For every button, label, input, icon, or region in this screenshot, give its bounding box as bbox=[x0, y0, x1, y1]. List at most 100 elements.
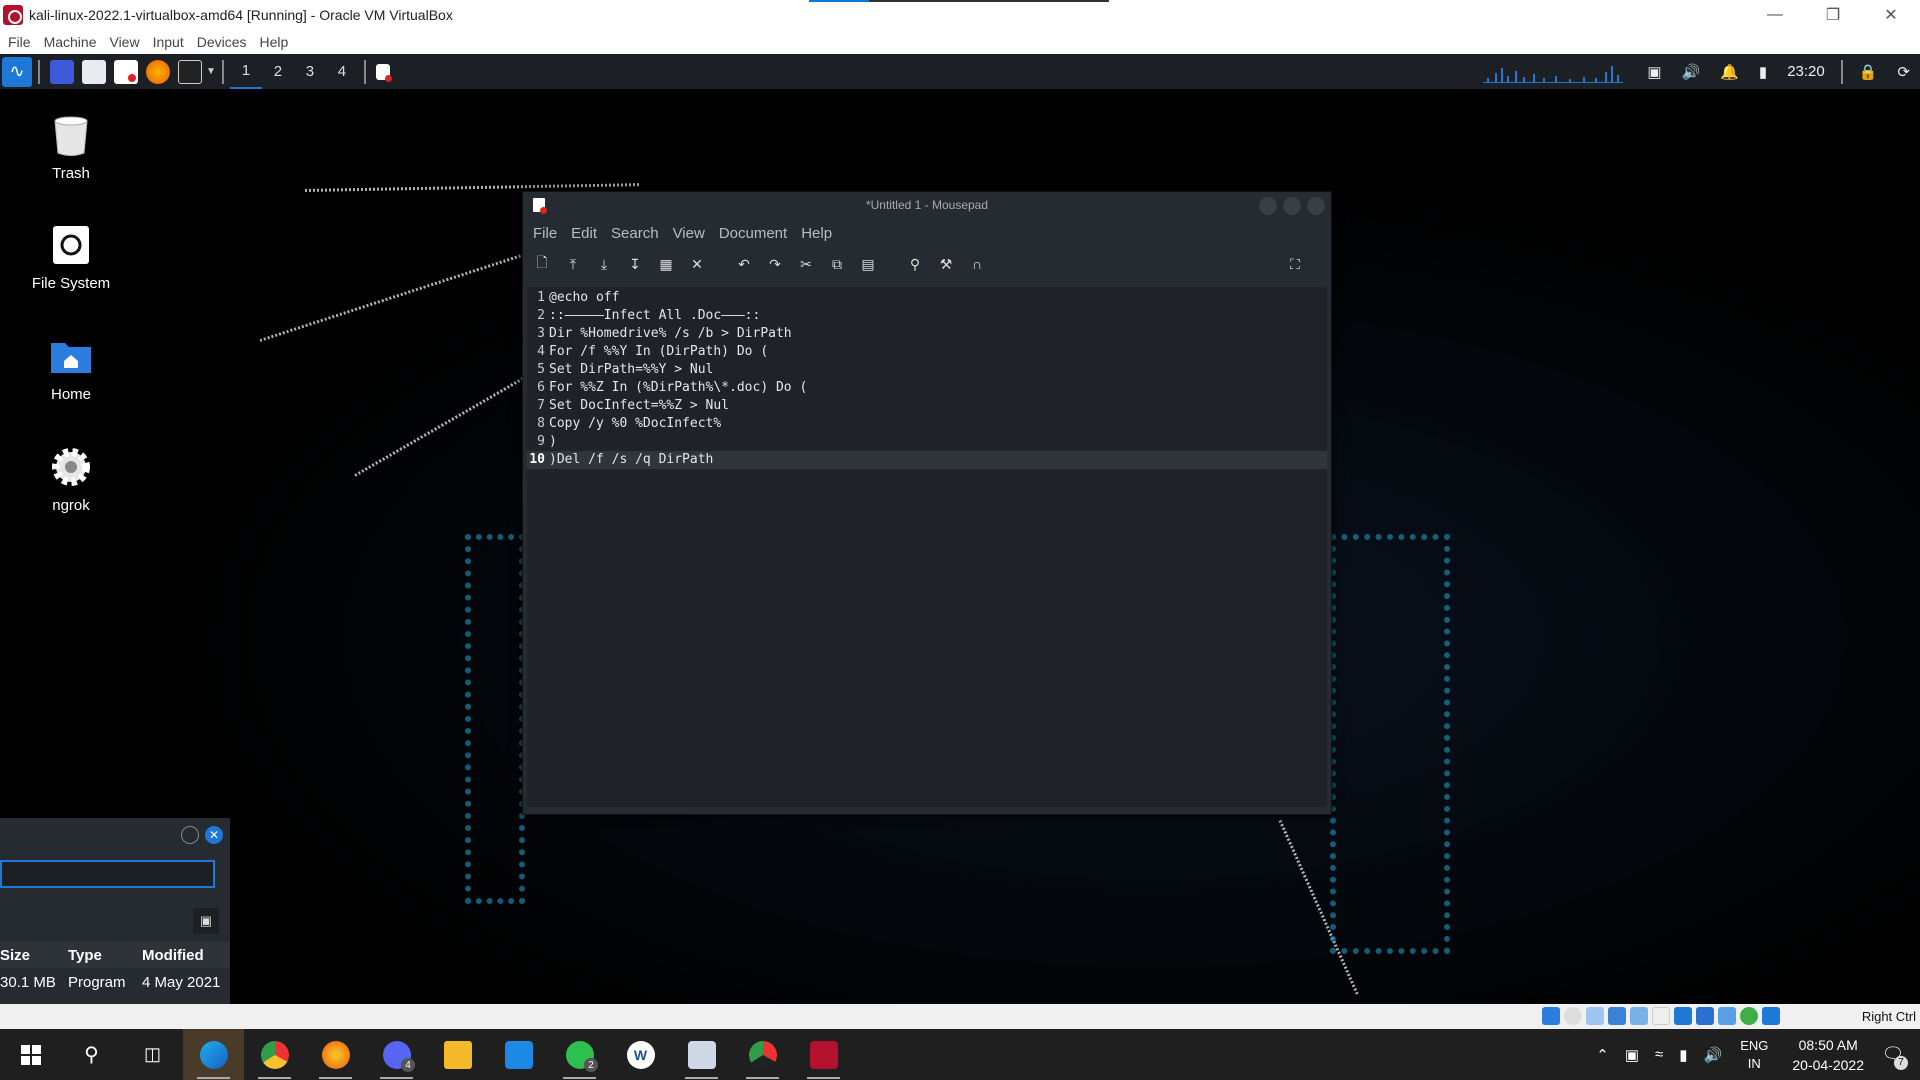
taskbar-app-discord[interactable]: 4 bbox=[366, 1029, 427, 1080]
paste-icon[interactable]: ▤ bbox=[859, 255, 877, 273]
editor-text-area[interactable]: 1 @echo off 2::—————Infect All .Doc———:: … bbox=[527, 287, 1327, 807]
workspace-1[interactable]: 1 bbox=[229, 54, 262, 89]
undo-icon[interactable]: ↶ bbox=[735, 255, 753, 273]
battery-icon[interactable]: ▮ bbox=[1759, 63, 1767, 81]
volume-icon[interactable]: 🔊 bbox=[1682, 63, 1701, 81]
minimize-button[interactable]: — bbox=[1746, 0, 1804, 30]
reload-icon[interactable]: ▦ bbox=[657, 255, 675, 273]
volume-icon[interactable]: 🔊 bbox=[1704, 1046, 1723, 1064]
show-hidden-icons-icon[interactable]: ⌃ bbox=[1596, 1046, 1609, 1064]
cpu-icon[interactable] bbox=[1718, 1007, 1736, 1025]
show-desktop-icon[interactable] bbox=[50, 59, 74, 84]
create-folder-button[interactable]: ▣ bbox=[193, 908, 219, 934]
host-menu-help[interactable]: Help bbox=[260, 34, 289, 50]
file-manager-icon[interactable] bbox=[82, 59, 106, 84]
desktop-icon-home[interactable]: Home bbox=[16, 334, 126, 403]
battery-icon[interactable]: ▮ bbox=[1679, 1046, 1687, 1064]
logout-icon[interactable]: ⟳ bbox=[1897, 63, 1910, 81]
taskbar-clock[interactable]: 08:50 AM 20-04-2022 bbox=[1792, 1035, 1864, 1075]
host-menu-devices[interactable]: Devices bbox=[197, 34, 247, 50]
close-document-icon[interactable]: ✕ bbox=[688, 255, 706, 273]
dialog-minimize-button[interactable] bbox=[181, 826, 199, 844]
terminal-icon[interactable] bbox=[178, 59, 202, 84]
lock-icon[interactable]: 🔒 bbox=[1859, 63, 1878, 81]
mousepad-maximize-button[interactable] bbox=[1283, 197, 1301, 215]
taskbar-app-vscode[interactable] bbox=[488, 1029, 549, 1080]
find-replace-icon[interactable]: ⚒ bbox=[937, 255, 955, 273]
notification-center-button[interactable]: 🗨 7 bbox=[1878, 1040, 1908, 1070]
audio-icon[interactable] bbox=[1586, 1007, 1604, 1025]
column-header-modified[interactable]: Modified bbox=[142, 947, 204, 964]
taskbar-app-word[interactable]: W bbox=[610, 1029, 671, 1080]
cut-icon[interactable]: ✂ bbox=[797, 255, 815, 273]
mp-menu-file[interactable]: File bbox=[533, 225, 557, 242]
fullscreen-icon[interactable]: ⛶ bbox=[1286, 255, 1304, 273]
panel-clock[interactable]: 23:20 bbox=[1787, 63, 1825, 80]
shared-folders-icon[interactable] bbox=[1652, 1007, 1670, 1025]
host-menu-view[interactable]: View bbox=[109, 34, 139, 50]
taskbar-app-whatsapp[interactable]: 2 bbox=[549, 1029, 610, 1080]
firefox-icon[interactable] bbox=[146, 59, 170, 84]
taskbar-app-kali-vm[interactable] bbox=[793, 1029, 854, 1080]
mousepad-task-icon[interactable] bbox=[375, 63, 392, 82]
mp-menu-help[interactable]: Help bbox=[801, 225, 832, 242]
find-icon[interactable]: ⚲ bbox=[906, 255, 924, 273]
mousepad-minimize-button[interactable] bbox=[1259, 197, 1277, 215]
notification-bell-icon[interactable]: 🔔 bbox=[1720, 63, 1739, 81]
desktop-icon-ngrok[interactable]: ngrok bbox=[16, 445, 126, 514]
meet-now-icon[interactable]: ▣ bbox=[1625, 1046, 1639, 1064]
text-editor-icon[interactable] bbox=[114, 59, 138, 84]
host-menu-input[interactable]: Input bbox=[153, 34, 184, 50]
guest-additions-icon[interactable] bbox=[1740, 1007, 1758, 1025]
mouse-integration-icon[interactable] bbox=[1762, 1007, 1780, 1025]
save-as-icon[interactable]: ↧ bbox=[626, 255, 644, 273]
workspace-3[interactable]: 3 bbox=[294, 54, 326, 89]
taskbar-app-virtualbox[interactable] bbox=[671, 1029, 732, 1080]
wifi-icon[interactable]: ≈ bbox=[1655, 1046, 1663, 1063]
display-icon[interactable]: ▣ bbox=[1647, 63, 1661, 81]
workspace-2[interactable]: 2 bbox=[262, 54, 294, 89]
column-header-size[interactable]: Size bbox=[0, 947, 68, 964]
kali-menu-button[interactable]: ∿ bbox=[2, 56, 32, 87]
save-icon[interactable]: ⤓ bbox=[595, 255, 613, 273]
mp-menu-search[interactable]: Search bbox=[611, 225, 659, 242]
mp-menu-view[interactable]: View bbox=[673, 225, 705, 242]
column-header-type[interactable]: Type bbox=[68, 947, 142, 964]
workspace-4[interactable]: 4 bbox=[326, 54, 358, 89]
display-icon[interactable] bbox=[1674, 1007, 1692, 1025]
taskbar-app-file-explorer[interactable] bbox=[427, 1029, 488, 1080]
file-name-input[interactable] bbox=[0, 860, 215, 888]
search-button[interactable]: ⚲ bbox=[61, 1029, 122, 1080]
new-document-icon[interactable]: 🗋 bbox=[533, 254, 551, 273]
redo-icon[interactable]: ↷ bbox=[766, 255, 784, 273]
mp-menu-document[interactable]: Document bbox=[719, 225, 787, 242]
code-line: 7 Set DocInfect=%%Z > Nul bbox=[527, 397, 1327, 415]
desktop-icon-trash[interactable]: Trash bbox=[16, 113, 126, 182]
close-button[interactable]: ✕ bbox=[1862, 0, 1920, 30]
mousepad-titlebar[interactable]: *Untitled 1 - Mousepad bbox=[523, 192, 1331, 218]
copy-icon[interactable]: ⧉ bbox=[828, 255, 846, 273]
host-menu-file[interactable]: File bbox=[8, 34, 31, 50]
hard-disk-icon[interactable] bbox=[1542, 1007, 1560, 1025]
restore-button[interactable]: ❐ bbox=[1804, 0, 1862, 30]
task-view-button[interactable]: ◫ bbox=[122, 1029, 183, 1080]
optical-drive-icon[interactable] bbox=[1564, 1007, 1582, 1025]
network-icon[interactable] bbox=[1608, 1007, 1626, 1025]
file-row[interactable]: 30.1 MB Program 4 May 2021 bbox=[0, 968, 230, 996]
start-button[interactable] bbox=[0, 1029, 61, 1080]
desktop-icon-file-system[interactable]: File System bbox=[16, 223, 126, 292]
taskbar-app-chrome-profile[interactable] bbox=[732, 1029, 793, 1080]
recording-icon[interactable] bbox=[1696, 1007, 1714, 1025]
go-to-line-icon[interactable]: ∩ bbox=[968, 255, 986, 273]
taskbar-app-chrome[interactable] bbox=[244, 1029, 305, 1080]
language-indicator[interactable]: ENG IN bbox=[1740, 1037, 1768, 1073]
open-file-icon[interactable]: ⤒ bbox=[564, 255, 582, 273]
mp-menu-edit[interactable]: Edit bbox=[571, 225, 597, 242]
taskbar-app-firefox[interactable] bbox=[305, 1029, 366, 1080]
dialog-close-button[interactable]: ✕ bbox=[205, 826, 223, 844]
host-menu-machine[interactable]: Machine bbox=[44, 34, 97, 50]
usb-icon[interactable] bbox=[1630, 1007, 1648, 1025]
terminal-dropdown-icon[interactable]: ▼ bbox=[206, 66, 216, 77]
taskbar-app-edge[interactable] bbox=[183, 1029, 244, 1080]
mousepad-close-button[interactable] bbox=[1307, 197, 1325, 215]
